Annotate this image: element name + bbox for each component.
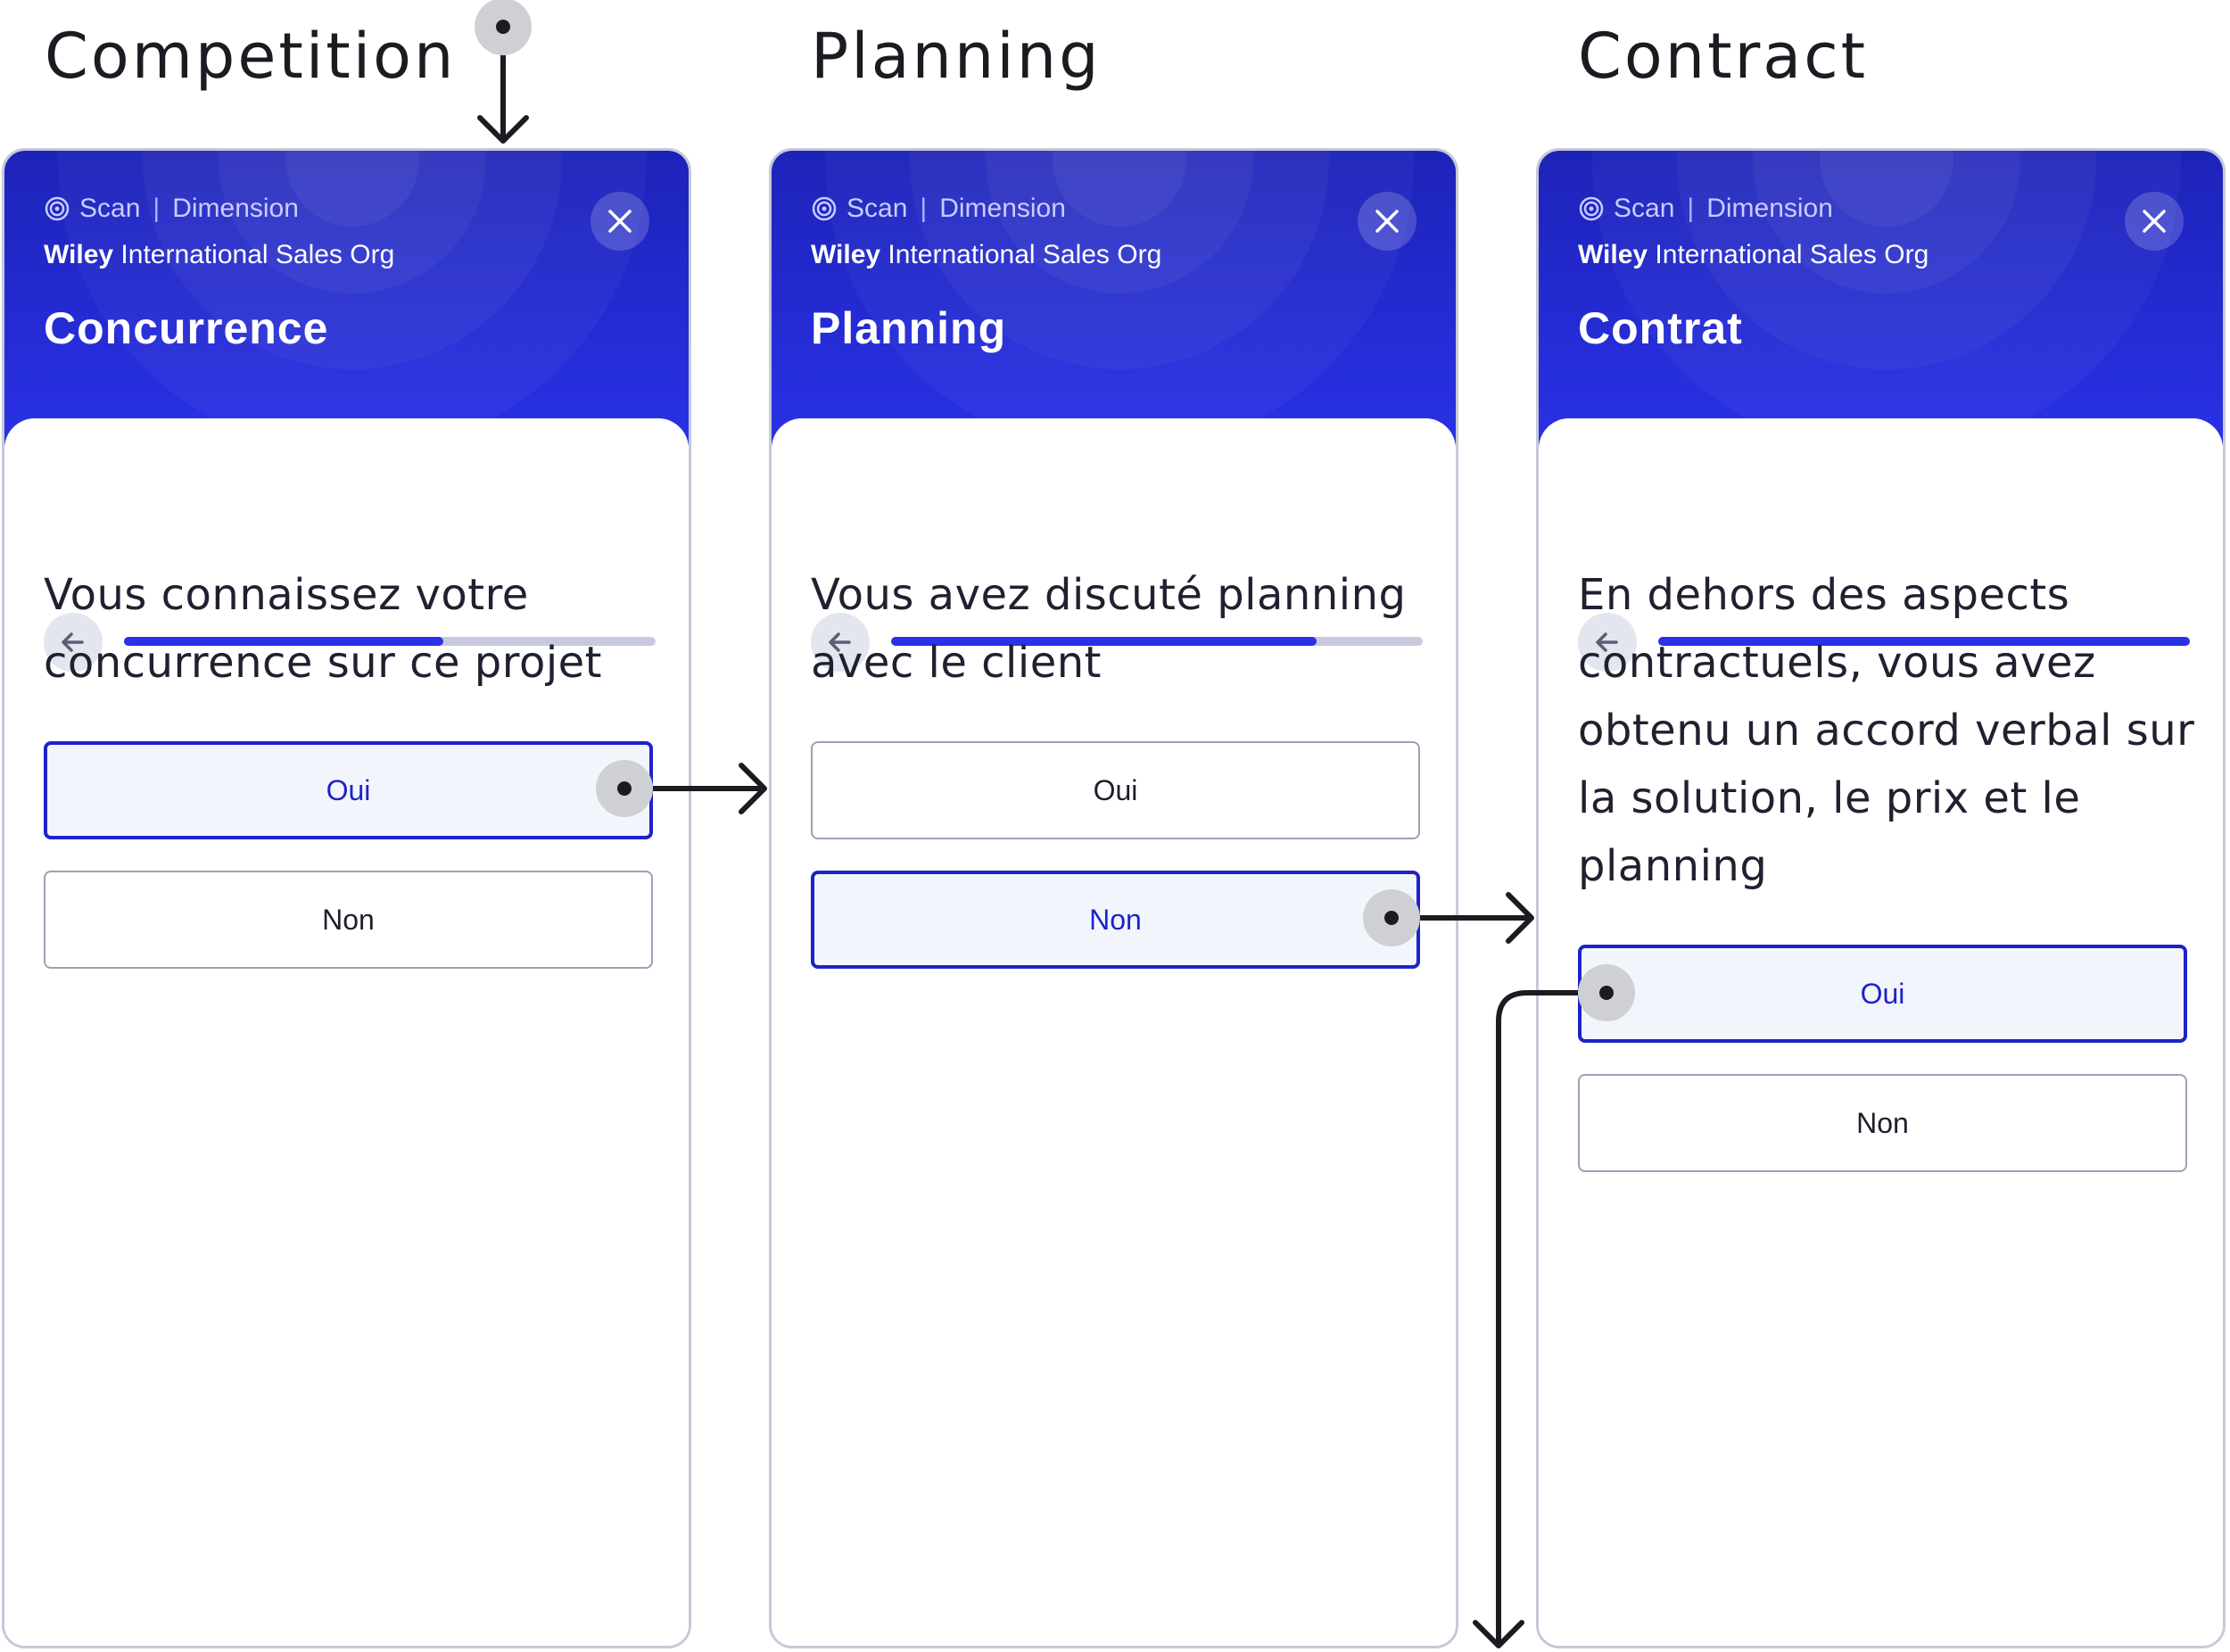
breadcrumb-dimension[interactable]: Dimension <box>1706 194 1833 224</box>
breadcrumb-separator: | <box>153 194 161 223</box>
panel-header: Scan | Dimension Wiley International Sal… <box>1539 151 2223 445</box>
option-non-button[interactable]: Non <box>44 871 653 969</box>
close-button[interactable] <box>2125 192 2184 251</box>
scan-panel-contrat: Scan | Dimension Wiley International Sal… <box>1536 148 2226 1648</box>
scan-panel-concurrence: Scan | Dimension Wiley International Sal… <box>2 148 691 1648</box>
scan-target-icon <box>45 196 70 221</box>
panel-header: Scan | Dimension Wiley International Sal… <box>772 151 1456 445</box>
option-oui-button[interactable]: Oui <box>1578 945 2187 1043</box>
scan-target-icon <box>1579 196 1604 221</box>
panel-title: Concurrence <box>44 303 329 353</box>
panel-title: Planning <box>811 303 1007 353</box>
org-name: Wiley International Sales Org <box>811 240 1161 270</box>
org-name-rest: International Sales Org <box>1648 240 1929 269</box>
question-text: Vous avez discuté planning avec le clien… <box>811 570 1407 688</box>
column-title-planning: Planning <box>811 20 1102 93</box>
breadcrumb-separator: | <box>1687 194 1695 223</box>
breadcrumb: Scan | Dimension <box>1578 194 1833 224</box>
org-name: Wiley International Sales Org <box>44 240 394 270</box>
column-title-competition: Competition <box>45 20 457 93</box>
option-oui-button[interactable]: Oui <box>44 741 653 839</box>
breadcrumb: Scan | Dimension <box>811 194 1066 224</box>
scan-panel-planning: Scan | Dimension Wiley International Sal… <box>769 148 1458 1648</box>
close-button[interactable] <box>1358 192 1416 251</box>
question-text: En dehors des aspects contractuels, vous… <box>1578 570 2195 891</box>
breadcrumb-scan[interactable]: Scan <box>847 194 907 224</box>
org-name-bold: Wiley <box>44 240 114 269</box>
org-name-rest: International Sales Org <box>880 240 1162 269</box>
breadcrumb-dimension[interactable]: Dimension <box>939 194 1066 224</box>
option-non-button[interactable]: Non <box>1578 1074 2187 1172</box>
org-name: Wiley International Sales Org <box>1578 240 1929 270</box>
tap-indicator <box>475 0 532 55</box>
option-label: Oui <box>1093 773 1138 806</box>
breadcrumb-scan[interactable]: Scan <box>79 194 140 224</box>
tap-indicator <box>1578 964 1635 1021</box>
close-icon <box>608 210 632 233</box>
panel-header: Scan | Dimension Wiley International Sal… <box>4 151 689 445</box>
tap-indicator <box>596 760 653 817</box>
org-name-rest: International Sales Org <box>113 240 395 269</box>
close-icon <box>2143 210 2166 233</box>
breadcrumb: Scan | Dimension <box>44 194 299 224</box>
breadcrumb-separator: | <box>920 194 928 223</box>
question-text: Vous connaissez votre concurrence sur ce… <box>44 570 602 688</box>
org-name-bold: Wiley <box>1578 240 1648 269</box>
close-icon <box>1375 210 1399 233</box>
option-label: Non <box>1089 903 1142 936</box>
panel-title: Contrat <box>1578 303 1743 353</box>
option-oui-button[interactable]: Oui <box>811 741 1420 839</box>
option-non-button[interactable]: Non <box>811 871 1420 969</box>
close-button[interactable] <box>591 192 649 251</box>
option-label: Oui <box>1860 977 1905 1010</box>
breadcrumb-dimension[interactable]: Dimension <box>172 194 299 224</box>
tap-indicator <box>1363 889 1420 946</box>
scan-target-icon <box>812 196 837 221</box>
org-name-bold: Wiley <box>811 240 881 269</box>
option-label: Oui <box>326 773 371 806</box>
option-label: Non <box>322 903 375 936</box>
option-label: Non <box>1856 1106 1909 1139</box>
column-title-contract: Contract <box>1578 20 1869 93</box>
breadcrumb-scan[interactable]: Scan <box>1614 194 1674 224</box>
